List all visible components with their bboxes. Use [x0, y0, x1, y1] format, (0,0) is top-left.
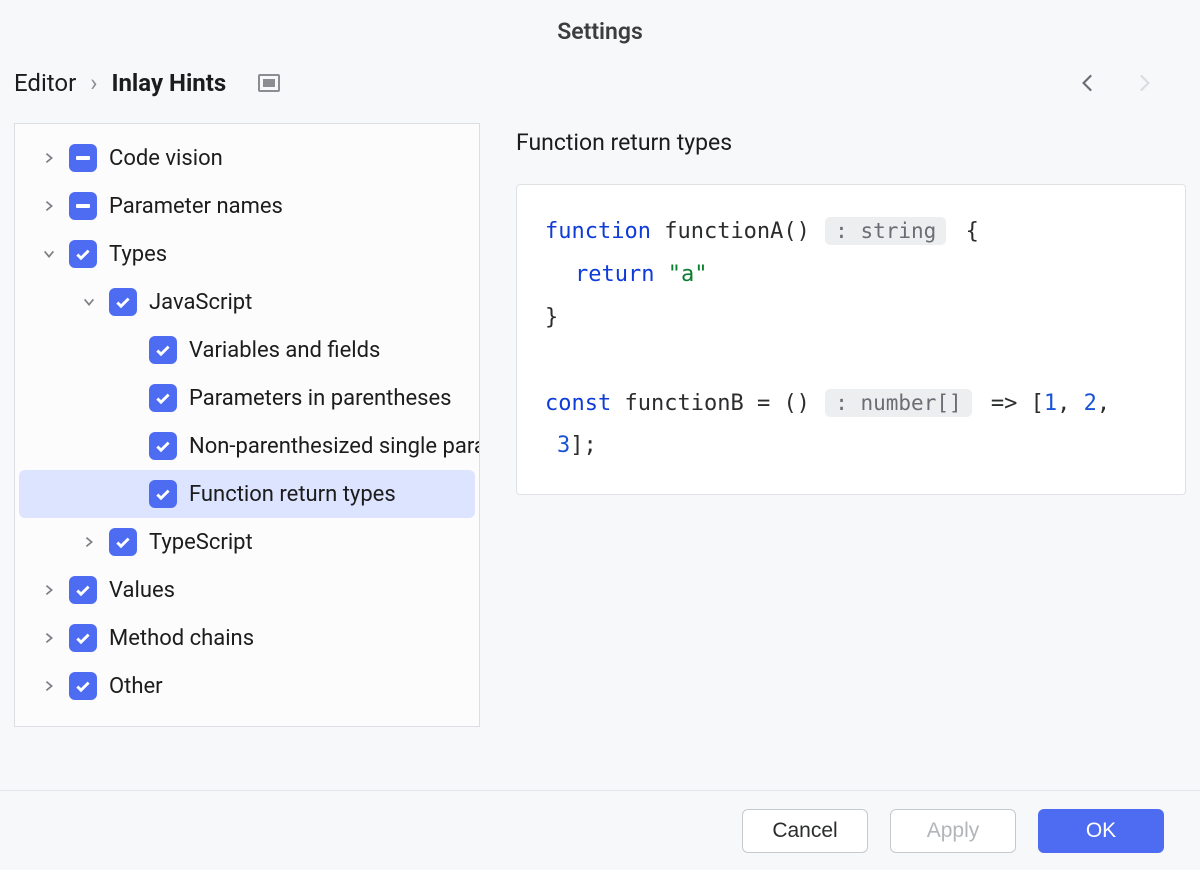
- code-number: 3: [557, 433, 570, 458]
- code-punc: ];: [570, 433, 597, 458]
- chevron-right-icon[interactable]: [39, 628, 59, 648]
- checkbox-checked[interactable]: [109, 288, 137, 316]
- code-number: 1: [1044, 391, 1057, 416]
- code-preview: function functionA() : string { return "…: [516, 184, 1186, 495]
- tree-item-params-paren[interactable]: Parameters in parentheses: [15, 374, 479, 422]
- tree-label: Parameters in parentheses: [189, 386, 452, 411]
- tree-item-javascript[interactable]: JavaScript: [15, 278, 479, 326]
- code-fname: functionB: [611, 391, 757, 416]
- tree-label: Non-parenthesized single parameter: [189, 434, 480, 459]
- tree-label: Function return types: [189, 482, 396, 507]
- checkbox-checked[interactable]: [69, 624, 97, 652]
- chevron-down-icon[interactable]: [39, 244, 59, 264]
- inlay-hint: : number[]: [825, 389, 971, 417]
- tree-label: Code vision: [109, 146, 223, 171]
- code-number: 2: [1084, 391, 1097, 416]
- tree-item-values[interactable]: Values: [15, 566, 479, 614]
- apply-button: Apply: [890, 809, 1016, 853]
- chevron-right-icon: ›: [90, 69, 97, 97]
- chevron-right-icon[interactable]: [79, 532, 99, 552]
- tree-item-code-vision[interactable]: Code vision: [15, 134, 479, 182]
- breadcrumb-current: Inlay Hints: [111, 69, 226, 97]
- tree-item-non-paren[interactable]: Non-parenthesized single parameter: [15, 422, 479, 470]
- code-string: "a": [668, 262, 708, 287]
- nav-back-button[interactable]: [1076, 70, 1102, 96]
- chevron-right-icon[interactable]: [39, 676, 59, 696]
- chevron-right-icon[interactable]: [39, 580, 59, 600]
- breadcrumb-parent[interactable]: Editor: [14, 69, 76, 97]
- breadcrumb: Editor › Inlay Hints: [14, 69, 280, 97]
- inlay-hint: : string: [825, 217, 946, 245]
- nav-arrows: [1076, 70, 1156, 96]
- tree-item-vars-fields[interactable]: Variables and fields: [15, 326, 479, 374]
- nav-forward-button: [1130, 70, 1156, 96]
- tree-label: Other: [109, 674, 163, 699]
- tree-item-method-chains[interactable]: Method chains: [15, 614, 479, 662]
- code-punc: =: [757, 391, 784, 416]
- code-keyword: const: [545, 391, 611, 416]
- ok-button[interactable]: OK: [1038, 809, 1164, 853]
- cancel-button[interactable]: Cancel: [742, 809, 868, 853]
- tree-label: JavaScript: [149, 290, 252, 315]
- chevron-down-icon[interactable]: [79, 292, 99, 312]
- code-punc: ,: [1097, 391, 1110, 416]
- checkbox-checked[interactable]: [69, 672, 97, 700]
- code-fname: functionA: [651, 219, 783, 244]
- code-punc: {: [952, 219, 979, 244]
- detail-panel: Function return types function functionA…: [516, 123, 1186, 727]
- dialog-footer: Cancel Apply OK: [0, 790, 1200, 870]
- code-keyword: return: [575, 262, 654, 287]
- tree-panel[interactable]: Code vision Parameter names Types JavaSc…: [14, 123, 480, 727]
- tree-item-func-return[interactable]: Function return types: [19, 470, 475, 518]
- view-icon[interactable]: [258, 74, 280, 92]
- checkbox-checked[interactable]: [149, 432, 177, 460]
- code-punc: ,: [1057, 391, 1084, 416]
- tree-label: TypeScript: [149, 530, 253, 555]
- tree-label: Values: [109, 578, 175, 603]
- checkbox-checked[interactable]: [149, 480, 177, 508]
- dialog-title: Settings: [0, 0, 1200, 55]
- code-punc: (): [783, 219, 823, 244]
- tree-item-types[interactable]: Types: [15, 230, 479, 278]
- code-punc: }: [545, 305, 558, 330]
- checkbox-indeterminate[interactable]: [69, 144, 97, 172]
- checkbox-checked[interactable]: [109, 528, 137, 556]
- code-keyword: function: [545, 219, 651, 244]
- code-punc: [: [1031, 391, 1044, 416]
- tree-item-other[interactable]: Other: [15, 662, 479, 710]
- checkbox-checked[interactable]: [69, 240, 97, 268]
- checkbox-checked[interactable]: [149, 384, 177, 412]
- chevron-right-icon[interactable]: [39, 196, 59, 216]
- checkbox-checked[interactable]: [69, 576, 97, 604]
- tree-item-parameter-names[interactable]: Parameter names: [15, 182, 479, 230]
- checkbox-checked[interactable]: [149, 336, 177, 364]
- code-punc: (): [783, 391, 823, 416]
- chevron-right-icon[interactable]: [39, 148, 59, 168]
- header: Editor › Inlay Hints: [0, 55, 1200, 111]
- code-punc: =>: [978, 391, 1031, 416]
- tree-label: Types: [109, 242, 167, 267]
- section-heading: Function return types: [516, 129, 1186, 156]
- tree-label: Parameter names: [109, 194, 283, 219]
- tree-item-typescript[interactable]: TypeScript: [15, 518, 479, 566]
- checkbox-indeterminate[interactable]: [69, 192, 97, 220]
- tree-label: Method chains: [109, 626, 254, 651]
- tree-label: Variables and fields: [189, 338, 380, 363]
